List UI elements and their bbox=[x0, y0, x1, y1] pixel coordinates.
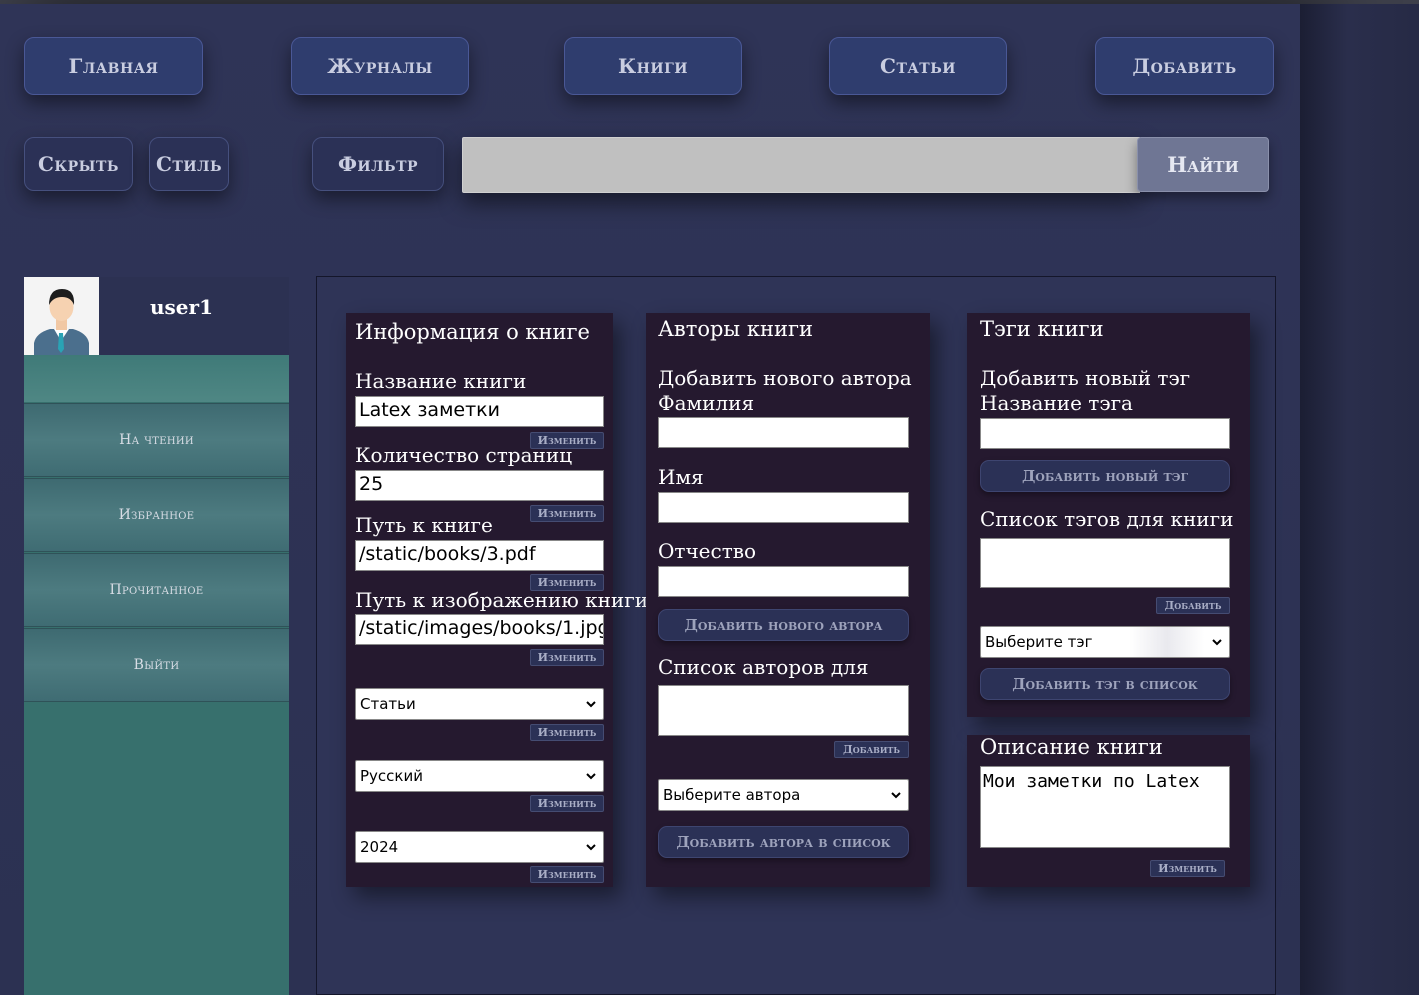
pages-label: Количество страниц bbox=[355, 443, 573, 467]
add-new-tag-button[interactable]: Добавить новый тэг bbox=[980, 460, 1230, 492]
description-textarea[interactable]: Мои заметки по Latex bbox=[980, 766, 1230, 848]
image-path-label: Путь к изображению книги bbox=[355, 588, 649, 612]
pages-field[interactable]: 25 bbox=[355, 470, 604, 501]
search-input[interactable] bbox=[462, 137, 1140, 193]
name-field[interactable] bbox=[658, 492, 909, 523]
username: user1 bbox=[150, 295, 213, 319]
chevron-down-icon bbox=[891, 792, 901, 799]
description-panel: Описание книги Мои заметки по Latex Изме… bbox=[967, 735, 1250, 887]
nav-articles-button[interactable]: Статьи bbox=[829, 37, 1007, 95]
surname-field[interactable] bbox=[658, 417, 909, 448]
change-language-button[interactable]: Изменить bbox=[530, 795, 604, 812]
user-avatar-icon bbox=[24, 277, 99, 355]
book-path-label: Путь к книге bbox=[355, 513, 493, 537]
authors-title: Авторы книги bbox=[658, 317, 813, 341]
hide-button[interactable]: Скрыть bbox=[24, 137, 133, 191]
type-select[interactable]: Статьи bbox=[355, 688, 604, 720]
change-pages-button[interactable]: Изменить bbox=[530, 505, 604, 522]
chevron-down-icon bbox=[586, 701, 596, 708]
authors-list-box[interactable] bbox=[658, 685, 909, 736]
tag-name-field[interactable] bbox=[980, 418, 1230, 449]
style-button[interactable]: Стиль bbox=[149, 137, 229, 191]
language-select-value: Русский bbox=[360, 767, 423, 785]
change-image-button[interactable]: Изменить bbox=[530, 649, 604, 666]
sidebar-spacer bbox=[24, 355, 289, 402]
filter-button[interactable]: Фильтр bbox=[312, 137, 444, 191]
author-select-value: Выберите автора bbox=[663, 786, 801, 804]
book-path-field[interactable]: /static/books/3.pdf bbox=[355, 540, 604, 571]
patronymic-field[interactable] bbox=[658, 566, 909, 597]
tag-name-label: Название тэга bbox=[980, 391, 1133, 415]
book-info-title: Информация о книге bbox=[355, 320, 590, 344]
image-path-field[interactable]: /static/images/books/1.jpg bbox=[355, 614, 604, 645]
name-label: Имя bbox=[658, 465, 704, 489]
change-description-button[interactable]: Изменить bbox=[1150, 860, 1225, 877]
tags-list-label: Список тэгов для книги bbox=[980, 507, 1234, 531]
author-select[interactable]: Выберите автора bbox=[658, 779, 909, 811]
year-select-value: 2024 bbox=[360, 838, 399, 856]
add-new-author-button[interactable]: Добавить нового автора bbox=[658, 609, 909, 641]
user-header: user1 bbox=[24, 277, 289, 355]
chevron-down-icon bbox=[586, 773, 596, 780]
add-author-to-list-button[interactable]: Добавить автора в список bbox=[658, 826, 909, 858]
chevron-down-icon bbox=[1212, 639, 1222, 646]
nav-add-button[interactable]: Добавить bbox=[1095, 37, 1274, 95]
chevron-down-icon bbox=[586, 844, 596, 851]
surname-label: Фамилия bbox=[658, 391, 755, 415]
sidebar-item-reading[interactable]: На чтении bbox=[24, 403, 289, 477]
authors-panel: Авторы книги Добавить нового автора Фами… bbox=[646, 313, 930, 887]
tags-list-box[interactable] bbox=[980, 538, 1230, 588]
tags-title: Тэги книги bbox=[980, 317, 1104, 341]
sidebar-item-favorites[interactable]: Избранное bbox=[24, 478, 289, 552]
right-margin bbox=[1300, 4, 1419, 995]
nav-home-button[interactable]: Главная bbox=[24, 37, 203, 95]
nav-books-button[interactable]: Книги bbox=[564, 37, 742, 95]
change-type-button[interactable]: Изменить bbox=[530, 724, 604, 741]
patronymic-label: Отчество bbox=[658, 539, 757, 563]
book-info-panel: Информация о книге Название книги Latex … bbox=[346, 313, 648, 887]
book-name-label: Название книги bbox=[355, 369, 527, 393]
nav-journals-button[interactable]: Журналы bbox=[291, 37, 469, 95]
sidebar-item-read[interactable]: Прочитанное bbox=[24, 553, 289, 627]
tags-panel: Тэги книги Добавить новый тэг Название т… bbox=[967, 313, 1250, 717]
year-select[interactable]: 2024 bbox=[355, 831, 604, 863]
sidebar: user1 На чтении Избранное Прочитанное Вы… bbox=[24, 277, 289, 995]
add-author-small-button[interactable]: Добавить bbox=[834, 741, 909, 758]
add-tag-to-list-button[interactable]: Добавить тэг в список bbox=[980, 668, 1230, 700]
language-select[interactable]: Русский bbox=[355, 760, 604, 792]
tag-select-value: Выберите тэг bbox=[985, 633, 1093, 651]
search-button[interactable]: Найти bbox=[1137, 137, 1269, 192]
change-year-button[interactable]: Изменить bbox=[530, 866, 604, 883]
book-name-field[interactable]: Latex заметки bbox=[355, 396, 604, 427]
sidebar-item-logout[interactable]: Выйти bbox=[24, 628, 289, 702]
add-author-label: Добавить нового автора bbox=[658, 366, 912, 390]
tag-select[interactable]: Выберите тэг bbox=[980, 626, 1230, 658]
add-tag-small-button[interactable]: Добавить bbox=[1156, 597, 1230, 614]
type-select-value: Статьи bbox=[360, 695, 416, 713]
add-tag-label: Добавить новый тэг bbox=[980, 366, 1191, 390]
description-title: Описание книги bbox=[980, 735, 1163, 759]
